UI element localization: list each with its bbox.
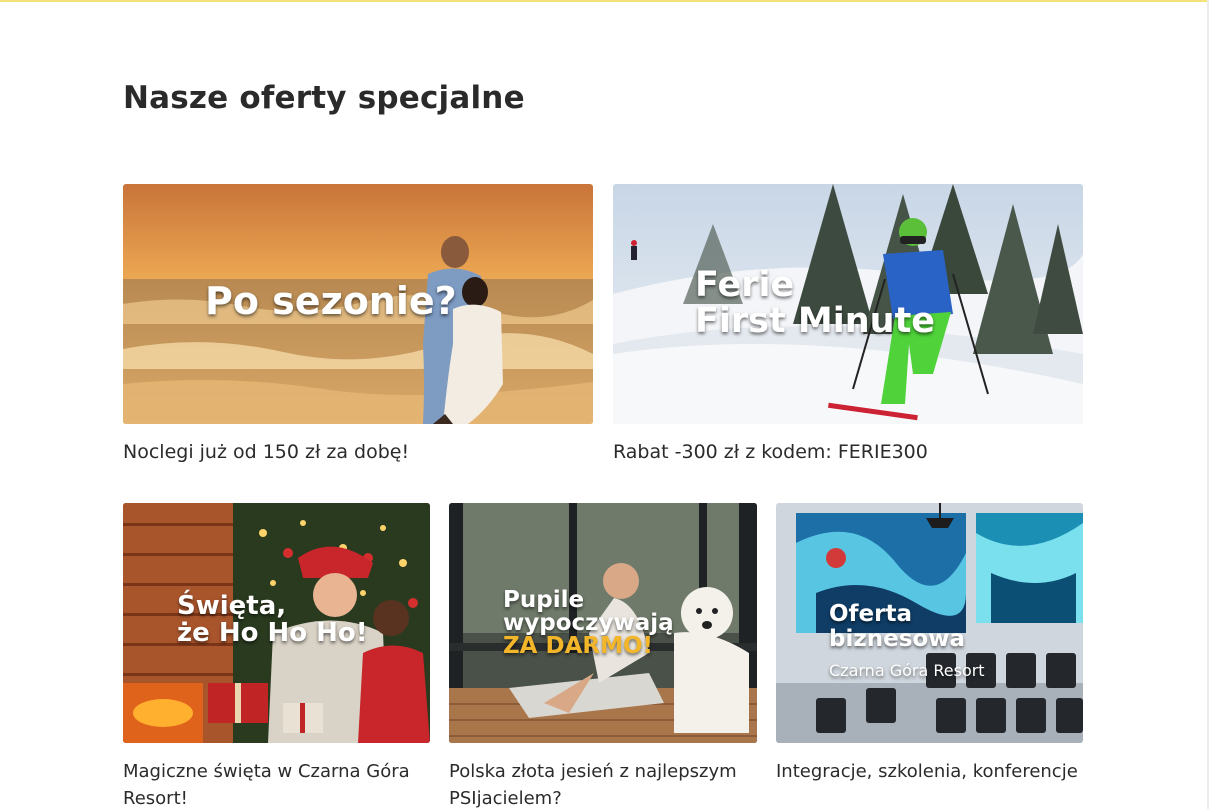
offer-caption[interactable]: Noclegi już od 150 zł za dobę!	[123, 439, 593, 466]
offer-overlay-line1: Święta,	[177, 591, 287, 621]
offer-image-po-sezonie[interactable]: Po sezonie?	[123, 184, 593, 424]
offer-image-biznes[interactable]: Oferta biznesowa Czarna Góra Resort	[776, 503, 1083, 743]
offer-overlay-title: Po sezonie?	[205, 279, 457, 323]
offer-caption[interactable]: Rabat -300 zł z kodem: FERIE300	[613, 439, 1083, 466]
offer-image-swieta[interactable]: Święta, że Ho Ho Ho!	[123, 503, 430, 743]
offer-overlay-line3: ZA DARMO!	[503, 633, 654, 659]
offer-image-ferie[interactable]: Ferie First Minute	[613, 184, 1083, 424]
offer-caption[interactable]: Magiczne święta w Czarna Góra Resort!	[123, 758, 430, 812]
offer-overlay-line3: Czarna Góra Resort	[829, 661, 985, 680]
offer-overlay-line1: Pupile	[503, 587, 585, 613]
offer-overlay-line2: First Minute	[695, 301, 936, 341]
offer-overlay-line1: Oferta	[829, 601, 913, 627]
offer-card-swieta[interactable]: Święta, że Ho Ho Ho! Magiczne święta w C…	[123, 503, 430, 812]
offer-image-pupile[interactable]: Pupile wypoczywają ZA DARMO!	[449, 503, 757, 743]
offer-card-biznes[interactable]: Oferta biznesowa Czarna Góra Resort Inte…	[776, 503, 1083, 785]
section-title: Nasze oferty specjalne	[123, 80, 525, 116]
offer-card-ferie[interactable]: Ferie First Minute Rabat -300 zł z kodem…	[613, 184, 1083, 466]
offer-card-po-sezonie[interactable]: Po sezonie? Noclegi już od 150 zł za dob…	[123, 184, 593, 466]
offer-overlay-line2: wypoczywają	[503, 610, 674, 636]
offer-caption[interactable]: Polska złota jesień z najlepszym PSIjaci…	[449, 758, 757, 812]
offer-card-pupile[interactable]: Pupile wypoczywają ZA DARMO! Polska złot…	[449, 503, 757, 812]
offer-caption[interactable]: Integracje, szkolenia, konferencje	[776, 758, 1083, 785]
top-accent-rule	[0, 0, 1209, 2]
offer-overlay-line1: Ferie	[695, 265, 795, 305]
offer-overlay-line2: że Ho Ho Ho!	[177, 618, 368, 648]
offer-overlay-line2: biznesowa	[829, 626, 965, 652]
